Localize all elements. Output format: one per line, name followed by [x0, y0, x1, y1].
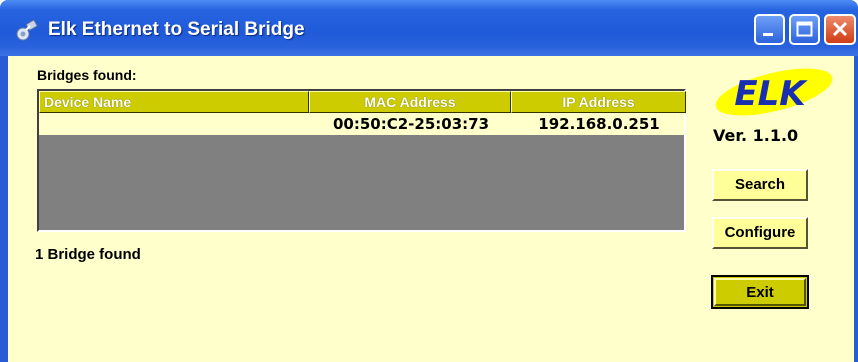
- app-window: Elk Ethernet to Serial Bridge Bridges fo…: [0, 0, 858, 362]
- network-plug-icon: [16, 19, 38, 41]
- minimize-icon: [763, 33, 773, 36]
- exit-button[interactable]: Exit: [711, 275, 809, 309]
- search-button[interactable]: Search: [712, 169, 808, 201]
- logo-text: ELK: [734, 74, 808, 114]
- elk-logo: ELK: [715, 68, 833, 116]
- bridges-list[interactable]: Device Name MAC Address IP Address 00:50…: [37, 89, 686, 232]
- bridges-found-label: Bridges found:: [37, 67, 137, 83]
- title-bar[interactable]: Elk Ethernet to Serial Bridge: [0, 0, 858, 56]
- status-text: 1 Bridge found: [35, 246, 141, 263]
- window-title: Elk Ethernet to Serial Bridge: [48, 19, 305, 40]
- ip-address-cell: 192.168.0.251: [538, 115, 660, 133]
- close-icon: [832, 21, 848, 37]
- version-label: Ver. 1.1.0: [713, 126, 799, 145]
- table-row[interactable]: 00:50:C2-25:03:73 192.168.0.251: [39, 113, 684, 135]
- list-header: Device Name MAC Address IP Address: [39, 91, 686, 113]
- close-button[interactable]: [824, 14, 856, 45]
- client-area: Bridges found: Device Name MAC Address I…: [8, 56, 854, 362]
- maximize-button[interactable]: [789, 14, 820, 45]
- column-header-device-name[interactable]: Device Name: [39, 91, 309, 113]
- column-header-mac-address[interactable]: MAC Address: [309, 91, 511, 113]
- minimize-button[interactable]: [754, 14, 785, 45]
- exit-button-label: Exit: [714, 278, 806, 306]
- column-header-ip-address[interactable]: IP Address: [511, 91, 686, 113]
- maximize-icon: [796, 21, 813, 37]
- configure-button[interactable]: Configure: [712, 217, 808, 249]
- device-name-cell: [43, 113, 305, 135]
- mac-address-cell: 00:50:C2-25:03:73: [332, 115, 490, 133]
